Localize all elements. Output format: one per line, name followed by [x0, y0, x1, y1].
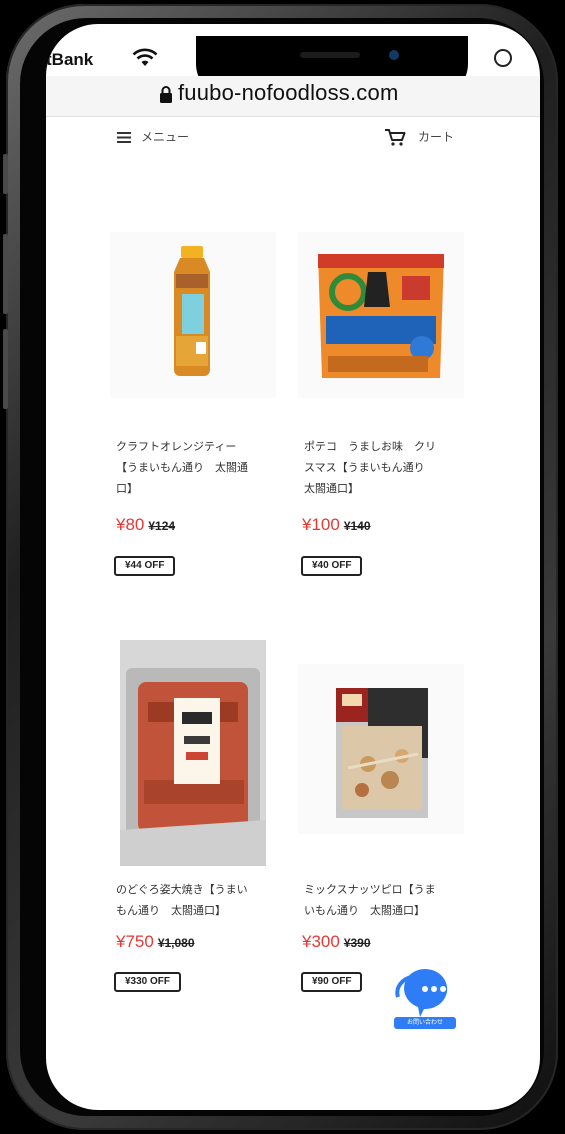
mixed-nuts-pack-image — [336, 688, 428, 818]
discount-badge: ¥44 OFF — [114, 556, 176, 576]
front-camera — [389, 50, 399, 60]
price-row: ¥100 ¥140 — [302, 515, 371, 535]
discount-badge: ¥90 OFF — [301, 972, 363, 992]
discount-badge: ¥330 OFF — [114, 972, 182, 992]
original-price: ¥1,080 — [157, 936, 195, 950]
product-name-line: もん通り 太閤通口】 — [116, 904, 226, 917]
wifi-icon — [132, 48, 158, 66]
sale-price: ¥300 — [302, 932, 340, 951]
sale-price: ¥750 — [116, 932, 154, 951]
silent-switch — [3, 154, 8, 194]
volume-down-button — [3, 329, 8, 409]
chat-label[interactable]: お問い合わせ — [394, 1017, 456, 1029]
sale-price: ¥80 — [116, 515, 145, 534]
product-name-line: クラフトオレンジティー — [116, 440, 237, 453]
product-name[interactable]: クラフトオレンジティー 【うまいもん通り 太閤通 口】 — [116, 436, 248, 499]
cart-icon[interactable] — [384, 128, 406, 146]
url-text[interactable]: fuubo-nofoodloss.com — [178, 80, 398, 106]
lock-icon — [160, 86, 172, 103]
hamburger-menu-icon[interactable] — [117, 132, 131, 143]
poteko-snack-bag-image — [318, 254, 444, 378]
phone-screen: tBank fuubo-nofoodloss.com メニュー カート クラフト… — [46, 24, 540, 1110]
original-price: ¥140 — [343, 519, 371, 533]
tea-bottle-image — [174, 246, 210, 376]
price-row: ¥80 ¥124 — [116, 515, 175, 535]
product-image[interactable] — [298, 232, 464, 398]
product-name-line: のどぐろ姿大焼き【うまい — [116, 883, 248, 896]
product-name-line: ミックスナッツピロ【うま — [304, 883, 436, 896]
product-name-line: いもん通り 太閤通口】 — [304, 904, 425, 917]
orientation-lock-icon — [494, 49, 512, 67]
product-name-line: スマス【うまいもん通り — [304, 461, 425, 474]
phone-frame: tBank fuubo-nofoodloss.com メニュー カート クラフト… — [3, 4, 558, 1130]
price-row: ¥300 ¥390 — [302, 932, 371, 952]
price-row: ¥750 ¥1,080 — [116, 932, 195, 952]
product-name[interactable]: のどぐろ姿大焼き【うまい もん通り 太閤通口】 — [116, 879, 248, 921]
product-image[interactable] — [110, 232, 276, 398]
product-name[interactable]: ポテコ うましお味 クリ スマス【うまいもん通り 太閤通口】 — [304, 436, 436, 499]
grilled-fish-pack-image — [120, 640, 266, 866]
discount-badge: ¥40 OFF — [301, 556, 363, 576]
menu-label[interactable]: メニュー — [141, 128, 189, 145]
product-name-line: 【うまいもん通り 太閤通 — [116, 461, 248, 474]
product-name-line: 口】 — [116, 482, 138, 495]
product-name-line: 太閤通口】 — [304, 482, 359, 495]
speaker-grille — [300, 52, 360, 58]
product-name-line: ポテコ うましお味 クリ — [304, 440, 436, 453]
original-price: ¥390 — [343, 936, 371, 950]
product-name[interactable]: ミックスナッツピロ【うま いもん通り 太閤通口】 — [304, 879, 436, 921]
carrier-label: tBank — [46, 50, 94, 69]
sale-price: ¥100 — [302, 515, 340, 534]
volume-up-button — [3, 234, 8, 314]
product-image[interactable] — [120, 640, 266, 866]
cart-label[interactable]: カート — [418, 128, 454, 145]
product-image[interactable] — [298, 664, 464, 834]
original-price: ¥124 — [148, 519, 176, 533]
